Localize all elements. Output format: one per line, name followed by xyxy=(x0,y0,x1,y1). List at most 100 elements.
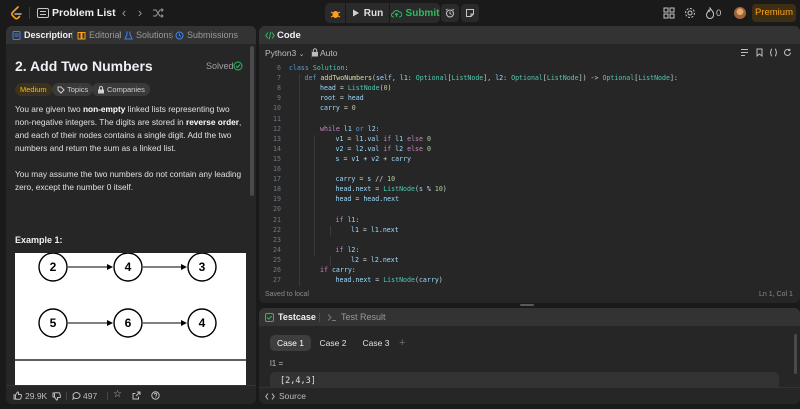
scrollbar[interactable] xyxy=(250,46,254,196)
run-label: Run xyxy=(363,7,384,19)
topics-badge[interactable]: Topics xyxy=(52,83,94,96)
help-icon[interactable] xyxy=(151,391,160,400)
line-number: 25 xyxy=(273,255,281,264)
bookmark-icon[interactable] xyxy=(755,48,764,57)
code-line[interactable]: if l2: xyxy=(336,246,360,254)
settings-gear-icon[interactable] xyxy=(684,7,696,19)
line-number: 16 xyxy=(273,165,281,173)
run-toolbar: Run Submit xyxy=(325,3,440,23)
tab-editorial[interactable]: Editorial xyxy=(77,30,122,40)
difficulty-badge[interactable]: Medium xyxy=(15,83,52,96)
code-line[interactable]: l2 = l2.next xyxy=(351,256,399,264)
add-case-icon[interactable]: + xyxy=(399,335,405,351)
indent-guide xyxy=(329,255,331,266)
divider xyxy=(319,313,320,322)
star-icon[interactable]: ☆ xyxy=(113,389,122,400)
thumbs-down-icon[interactable] xyxy=(52,392,61,401)
layout-grid-icon[interactable] xyxy=(663,7,675,19)
code-line[interactable]: head = head.next xyxy=(336,195,400,203)
cloud-upload-icon xyxy=(390,9,402,17)
line-number: 14 xyxy=(273,144,281,153)
code-line[interactable]: l1 = l1.next xyxy=(351,226,399,234)
streak-flame-icon[interactable] xyxy=(704,7,716,19)
tab-separator xyxy=(171,31,172,40)
next-problem-icon[interactable]: › xyxy=(133,6,147,20)
history-icon xyxy=(175,31,184,39)
divider xyxy=(66,392,67,400)
code-line[interactable]: v1 = l1.val if l1 else 0 xyxy=(336,135,431,143)
input-value: [2,4,3] xyxy=(280,376,316,386)
case-2-tab[interactable]: Case 2 xyxy=(314,335,352,351)
code-line[interactable]: s = v1 + v2 + carry xyxy=(336,155,412,163)
comments-count: 497 xyxy=(83,391,98,401)
tab-label: Description xyxy=(24,30,74,40)
node-value: 6 xyxy=(125,316,132,330)
lock-icon xyxy=(98,85,104,93)
companies-badge[interactable]: Companies xyxy=(92,83,150,96)
code-line[interactable]: if l1: xyxy=(336,216,360,224)
problem-list-link[interactable]: Problem List xyxy=(52,7,116,19)
code-line[interactable]: def addTwoNumbers(self, l1: Optional[Lis… xyxy=(305,74,678,82)
badge-label: Companies xyxy=(107,85,145,94)
lock-icon xyxy=(312,48,318,57)
arrow-head xyxy=(181,320,187,326)
case-3-tab[interactable]: Case 3 xyxy=(357,335,395,351)
play-icon xyxy=(352,9,359,17)
alarm-clock-icon xyxy=(445,8,455,18)
scrollbar[interactable] xyxy=(794,334,797,374)
leetcode-logo-icon[interactable] xyxy=(8,5,24,21)
reset-icon[interactable] xyxy=(783,48,792,57)
timer-button[interactable] xyxy=(441,4,459,22)
thumbs-up-icon[interactable] xyxy=(13,391,22,400)
code-line[interactable]: head.next = ListNode(s % 10) xyxy=(336,185,447,193)
code-title: Code xyxy=(277,30,301,41)
tab-solutions[interactable]: Solutions xyxy=(124,30,173,40)
cursor-position: Ln 1, Col 1 xyxy=(759,291,793,298)
shuffle-icon[interactable] xyxy=(152,7,164,19)
line-number: 20 xyxy=(273,205,281,214)
tab-separator xyxy=(72,31,73,40)
premium-button[interactable]: Premium xyxy=(752,4,796,22)
code-line[interactable]: if carry: xyxy=(320,266,356,274)
tab-test-result[interactable]: Test Result xyxy=(341,312,386,322)
format-lines-icon[interactable] xyxy=(740,48,749,57)
submit-button[interactable]: Submit xyxy=(390,3,440,23)
check-circle-icon xyxy=(233,61,243,71)
code-line[interactable]: class Solution: xyxy=(289,64,349,72)
share-icon[interactable] xyxy=(132,391,141,400)
tab-label: Solutions xyxy=(136,30,174,40)
notes-button[interactable] xyxy=(461,4,479,22)
line-number: 17 xyxy=(273,175,281,184)
case-1-tab[interactable]: Case 1 xyxy=(270,335,311,351)
line-number: 10 xyxy=(273,104,281,113)
code-line[interactable]: v2 = l2.val if l2 else 0 xyxy=(336,145,431,153)
source-toggle[interactable]: Source xyxy=(279,391,306,401)
prev-problem-icon[interactable]: ‹ xyxy=(117,6,131,20)
code-line[interactable]: carry = s // 10 xyxy=(336,175,396,183)
line-number: 12 xyxy=(273,124,281,133)
code-header xyxy=(259,26,800,44)
line-number: 15 xyxy=(273,154,281,163)
problem-title: 2. Add Two Numbers xyxy=(15,58,153,74)
code-line[interactable]: head.next = ListNode(carry) xyxy=(336,276,443,284)
problem-list-icon[interactable] xyxy=(37,7,49,19)
tab-description[interactable]: Description xyxy=(12,30,74,40)
resize-handle[interactable] xyxy=(520,304,534,306)
tab-testcase[interactable]: Testcase xyxy=(278,312,316,322)
run-button[interactable]: Run xyxy=(346,3,389,23)
node-value: 5 xyxy=(50,316,57,330)
code-line[interactable]: carry = 0 xyxy=(320,104,356,112)
code-line[interactable]: head = ListNode(0) xyxy=(320,84,392,92)
braces-icon[interactable] xyxy=(769,48,778,57)
tab-submissions[interactable]: Submissions xyxy=(175,30,238,40)
code-line[interactable]: root = head xyxy=(320,94,364,102)
code-line[interactable]: while l1 or l2: xyxy=(320,125,380,133)
example-title: Example 1: xyxy=(15,235,63,245)
comment-icon[interactable] xyxy=(72,391,81,400)
language-select[interactable]: Python3 ⌄ xyxy=(265,48,304,58)
user-avatar[interactable] xyxy=(734,7,746,19)
terminal-icon xyxy=(327,314,336,321)
auto-complete-mode[interactable]: Auto xyxy=(320,48,338,58)
debug-button[interactable] xyxy=(325,3,345,23)
line-number: 23 xyxy=(273,235,281,244)
